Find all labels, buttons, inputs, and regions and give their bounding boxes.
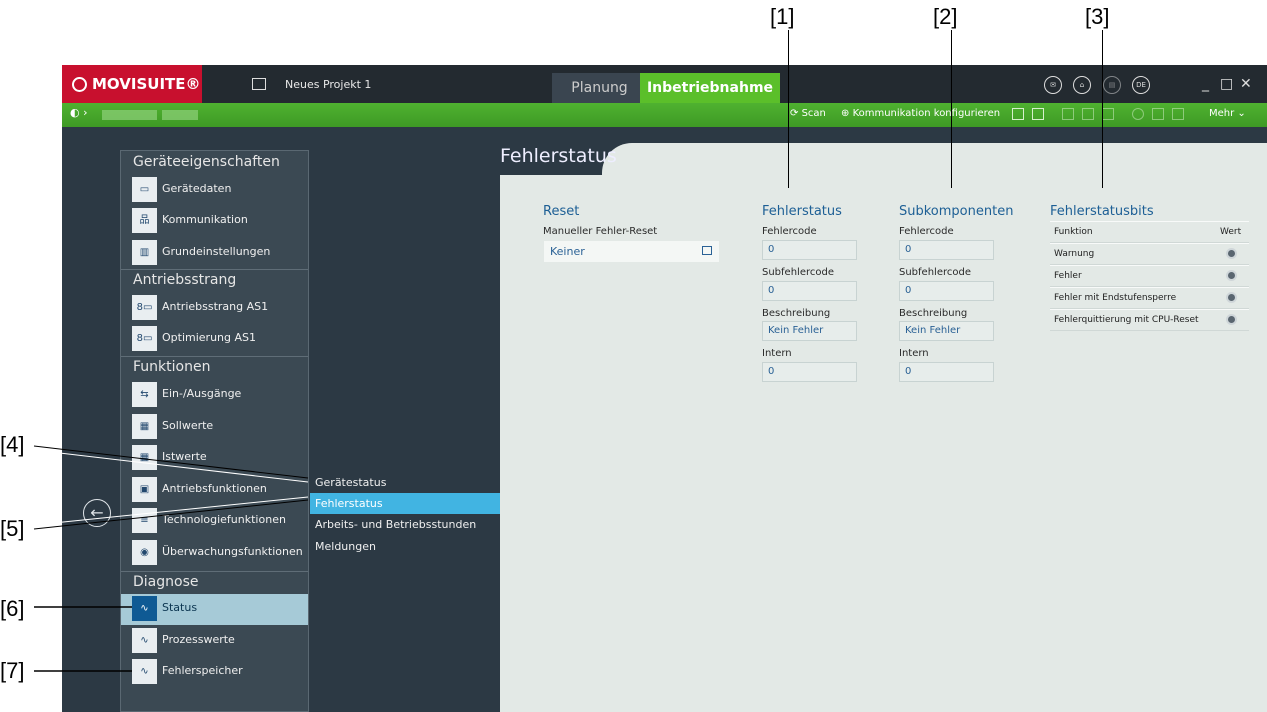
callout-leaders [33, 445, 309, 672]
